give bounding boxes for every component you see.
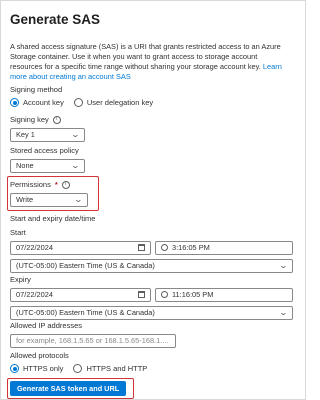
permissions-dropdown[interactable]: Write ⌄ — [10, 192, 88, 207]
signing-key-label: Signing key — [10, 115, 49, 124]
signing-key-group: Signing key i Key 1 ⌄ — [10, 115, 85, 142]
start-label: Start — [10, 228, 26, 237]
start-date-input[interactable]: 07/22/2024 — [10, 240, 151, 255]
clock-icon[interactable] — [161, 291, 168, 299]
radio-https-only[interactable]: HTTPS only — [10, 364, 63, 374]
expiry-group: Expiry 07/22/2024 11:16:05 PM (UTC-05:00… — [10, 275, 293, 320]
calendar-icon[interactable] — [138, 291, 145, 299]
allowed-ip-placeholder: for example, 168.1.5.65 or 168.1.5.65-16… — [16, 335, 169, 345]
radio-user-delegation-key-label: User delegation key — [86, 97, 154, 107]
chevron-down-icon: ⌄ — [70, 160, 81, 170]
start-time-value: 3:16:05 PM — [172, 242, 210, 252]
signing-method-group: Signing method Account key User delegati… — [10, 85, 153, 108]
radio-https-only-label: HTTPS only — [23, 363, 64, 373]
radio-https-and-http[interactable]: HTTPS and HTTP — [73, 364, 147, 374]
expiry-date-input[interactable]: 07/22/2024 — [10, 287, 151, 302]
stored-access-policy-label: Stored access policy — [10, 146, 79, 155]
start-expiry-label: Start and expiry date/time — [10, 214, 96, 223]
radio-account-key[interactable]: Account key — [10, 98, 64, 108]
allowed-protocols-group: Allowed protocols HTTPS only HTTPS and H… — [10, 351, 147, 374]
permissions-label: Permissions — [10, 180, 51, 189]
start-time-input[interactable]: 3:16:05 PM — [155, 240, 293, 255]
radio-user-delegation-key[interactable]: User delegation key — [73, 97, 154, 108]
required-marker: * — [54, 180, 58, 189]
expiry-timezone-dropdown[interactable]: (UTC-05:00) Eastern Time (US & Canada) ⌄ — [10, 305, 293, 320]
clock-icon[interactable] — [161, 244, 168, 252]
start-date-value: 07/22/2024 — [16, 242, 53, 252]
expiry-timezone-value: (UTC-05:00) Eastern Time (US & Canada) — [16, 307, 155, 317]
chevron-down-icon: ⌄ — [278, 307, 289, 317]
allowed-ip-label: Allowed IP addresses — [10, 321, 82, 330]
stored-access-policy-group: Stored access policy None ⌄ — [10, 146, 85, 173]
signing-method-label: Signing method — [10, 85, 63, 94]
radio-selected-icon — [10, 98, 19, 108]
stored-access-policy-dropdown[interactable]: None ⌄ — [10, 158, 85, 173]
start-timezone-dropdown[interactable]: (UTC-05:00) Eastern Time (US & Canada) ⌄ — [10, 258, 293, 273]
description-text: A shared access signature (SAS) is a URI… — [10, 41, 281, 71]
radio-https-and-http-label: HTTPS and HTTP — [86, 363, 148, 373]
radio-unselected-icon — [73, 364, 83, 374]
start-timezone-value: (UTC-05:00) Eastern Time (US & Canada) — [16, 260, 155, 270]
permissions-group: Permissions * i Write ⌄ — [10, 180, 88, 207]
chevron-down-icon: ⌄ — [73, 194, 84, 204]
allowed-ip-input[interactable]: for example, 168.1.5.65 or 168.1.5.65-16… — [10, 333, 176, 348]
expiry-label: Expiry — [10, 275, 31, 284]
chevron-down-icon: ⌄ — [70, 129, 81, 139]
info-icon[interactable]: i — [52, 115, 61, 124]
radio-account-key-label: Account key — [23, 97, 64, 107]
generate-sas-panel: Generate SAS A shared access signature (… — [0, 0, 306, 400]
allowed-ip-group: Allowed IP addresses for example, 168.1.… — [10, 321, 176, 348]
stored-access-policy-value: None — [16, 160, 34, 170]
info-icon[interactable]: i — [61, 180, 70, 189]
signing-key-dropdown[interactable]: Key 1 ⌄ — [10, 127, 85, 142]
page-title: Generate SAS — [10, 12, 101, 27]
expiry-date-value: 07/22/2024 — [16, 289, 53, 299]
chevron-down-icon: ⌄ — [278, 260, 289, 270]
signing-key-value: Key 1 — [16, 129, 35, 139]
radio-unselected-icon — [73, 98, 83, 108]
expiry-time-value: 11:16:05 PM — [172, 289, 214, 299]
permissions-value: Write — [16, 194, 34, 204]
radio-selected-icon — [10, 364, 19, 374]
start-group: Start 07/22/2024 3:16:05 PM (UTC-05:00) … — [10, 228, 293, 273]
generate-sas-button[interactable]: Generate SAS token and URL — [10, 381, 127, 396]
calendar-icon[interactable] — [138, 244, 145, 252]
allowed-protocols-label: Allowed protocols — [10, 351, 69, 360]
description: A shared access signature (SAS) is a URI… — [10, 42, 288, 83]
expiry-time-input[interactable]: 11:16:05 PM — [155, 287, 293, 302]
